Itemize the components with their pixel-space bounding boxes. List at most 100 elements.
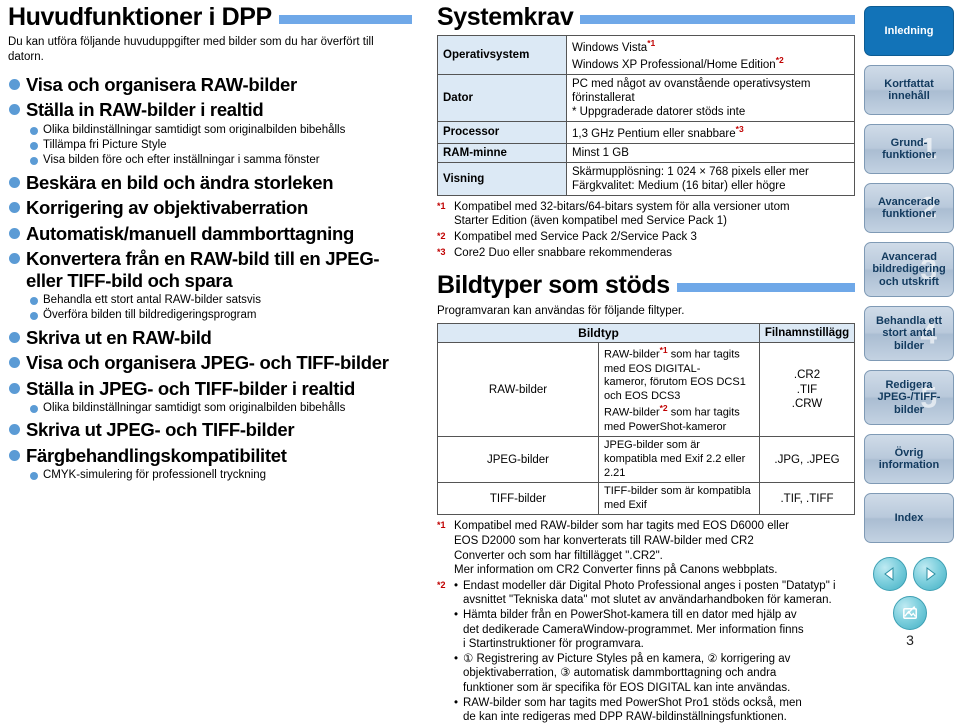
sidebar-tab-avancerad-bildredigering-och-utskrift[interactable]: 3 Avancerad bildredigering och utskrift (864, 242, 954, 297)
footnote-line: Kompatibel med RAW-bilder som har tagits… (454, 520, 789, 533)
system-requirements-title: Systemkrav (437, 3, 574, 31)
image-types-intro: Programvaran kan användas för följande f… (437, 304, 685, 317)
feature-group: Beskära en bild och ändra storleken (8, 172, 412, 193)
requirement-line: 1,3 GHz Pentium eller snabbare*3 (572, 123, 744, 140)
sidebar-tab-index[interactable]: Index (864, 493, 954, 543)
footnote-marker: *2 (775, 55, 784, 66)
right-column: Systemkrav Operativsystem Windows Vista*1… (437, 4, 855, 725)
footnote-line: Mer information om CR2 Converter finns p… (454, 564, 778, 577)
footnote-bullet-body: ① Registrering av Picture Styles på en k… (463, 652, 790, 696)
sidebar-tab-behandla-ett-stort-antal-bilder[interactable]: 4 Behandla ett stort antal bilder (864, 306, 954, 361)
feature-item: Automatisk/manuell dammborttagning (8, 223, 412, 244)
system-requirements-heading: Systemkrav (437, 4, 855, 30)
feature-sublabel: Olika bildinställningar samtidigt som or… (43, 123, 346, 136)
sidebar-tab-redigera-jpeg-tiff-bilder[interactable]: 5 Redigera JPEG-/TIFF- bilder (864, 370, 954, 425)
next-page-button[interactable] (913, 557, 947, 591)
bullet-glyph: • (454, 652, 459, 665)
requirement-label: Dator (437, 73, 567, 122)
bullet-icon (30, 141, 38, 150)
footnote-marker: *1 (437, 520, 446, 531)
feature-label: Skriva ut en RAW-bild (26, 326, 212, 348)
feature-item: Ställa in JPEG- och TIFF-bilder i realti… (8, 378, 412, 399)
sidebar-tab-inledning[interactable]: Inledning (864, 6, 954, 56)
feature-subitem: Visa bilden före och efter inställningar… (30, 153, 412, 167)
requirement-value: Minst 1 GB (566, 142, 855, 163)
feature-label: Visa och organisera RAW-bilder (26, 73, 297, 95)
table-row: RAM-minne Minst 1 GB (437, 142, 855, 163)
column-header-bildtyp: Bildtyp (437, 323, 760, 344)
image-type-description: JPEG-bilder som är kompatibla med Exif 2… (598, 436, 760, 484)
footnote-marker: *3 (437, 246, 446, 257)
feature-sublabel: Tillämpa fri Picture Style (43, 138, 167, 151)
requirement-value: Windows Vista*1 Windows XP Professional/H… (566, 35, 855, 75)
description-line: RAW-bilder*1 som har tagits med EOS DIGI… (604, 345, 740, 375)
chevron-right-icon (926, 567, 936, 581)
footnote-bullet-body: Hämta bilder från en PowerShot-kamera ti… (463, 608, 804, 652)
requirement-label: Operativsystem (437, 35, 567, 75)
sidebar-tab-label: Kortfattat innehåll (884, 77, 934, 102)
bullet-icon (30, 472, 38, 481)
requirement-line: Windows Vista*1 (572, 38, 656, 55)
bullet-icon (30, 157, 38, 166)
requirement-value: 1,3 GHz Pentium eller snabbare*3 (566, 120, 855, 144)
extension-line: .CRW (791, 397, 823, 410)
sidebar-tab-label: Behandla ett stort antal bilder (875, 315, 942, 352)
bullet-glyph: • (454, 579, 459, 592)
footnote-line: Kompatibel med 32-bitars/64-bitars syste… (454, 200, 790, 213)
footnote-line: Endast modeller där Digital Photo Profes… (463, 579, 836, 592)
image-type-extension: .JPG, .JPEG (759, 436, 855, 484)
extension-line: .TIF, .TIFF (780, 492, 834, 505)
footnote-marker: *2 (437, 579, 446, 590)
footnote-marker: *1 (437, 200, 446, 211)
feature-group: Färgbehandlingskompatibilitet CMYK-simule… (8, 445, 412, 483)
bullet-icon (30, 296, 38, 305)
footnote-bullet-body: RAW-bilder som har tagits med PowerShot … (463, 696, 802, 725)
feature-subitem: Behandla ett stort antal RAW-bilder sats… (30, 293, 412, 307)
footnote-line: i Startinstruktioner för programvara. (463, 638, 644, 651)
column-header-extension: Filnamnstillägg (759, 323, 855, 344)
bullet-icon (9, 382, 20, 394)
bullet-icon (9, 104, 20, 116)
feature-group: Skriva ut en RAW-bild (8, 327, 412, 348)
heading-accent-rule (278, 15, 412, 25)
feature-label: Korrigering av objektivaberration (26, 197, 309, 219)
sidebar-tab-kortfattat-innehåll[interactable]: Kortfattat innehåll (864, 65, 954, 115)
footnote-marker: *2 (659, 403, 668, 414)
sidebar-tab-grund-funktioner[interactable]: 1 Grund- funktioner (864, 124, 954, 174)
bullet-icon (9, 424, 20, 436)
system-requirements-table: Operativsystem Windows Vista*1 Windows XP … (437, 35, 855, 196)
feature-label: Konvertera från en RAW-bild till en JPEG… (26, 248, 380, 291)
footnote-bullet: • ① Registrering av Picture Styles på en … (454, 652, 855, 696)
footnote-body: Kompatibel med Service Pack 2/Service Pa… (454, 230, 855, 245)
feature-subitem: Överföra bilden till bildredigeringsprog… (30, 308, 412, 322)
bullet-glyph: • (454, 608, 459, 621)
image-type-description: RAW-bilder*1 som har tagits med EOS DIGI… (598, 342, 760, 438)
table-row: JPEG-bilder JPEG-bilder som är kompatibla… (437, 436, 855, 484)
feature-label: Automatisk/manuell dammborttagning (26, 222, 354, 244)
footnote-line: Kompatibel med Service Pack 2/Service Pa… (454, 231, 697, 244)
left-column: Huvudfunktioner i DPP Du kan utföra följ… (8, 4, 412, 487)
image-types-footnotes: *1 Kompatibel med RAW-bilder som har tagi… (437, 519, 855, 724)
sidebar-tab-label: Index (894, 511, 924, 524)
sidebar-tab-label: Grund- funktioner (882, 136, 936, 161)
extension-line: .JPG, .JPEG (774, 453, 840, 466)
requirement-label: Visning (437, 161, 567, 196)
feature-label: Ställa in RAW-bilder i realtid (26, 99, 264, 121)
page-title: Huvudfunktioner i DPP (8, 3, 272, 31)
return-to-contents-button[interactable] (893, 596, 927, 630)
footnote-marker: *2 (437, 231, 446, 242)
sidebar-tab-övrig-information[interactable]: Övrig information (864, 434, 954, 484)
feature-label: Skriva ut JPEG- och TIFF-bilder (26, 419, 295, 441)
footnote-marker: *1 (659, 345, 668, 356)
footnote-line: ① Registrering av Picture Styles på en k… (463, 652, 791, 665)
bullet-icon (30, 126, 38, 135)
feature-sublabel: CMYK-simulering för professionell tryckn… (43, 469, 267, 482)
sidebar-tab-list: Inledning Kortfattat innehåll 1 Grund- funk… (864, 6, 956, 543)
sidebar-tab-avancerade-funktioner[interactable]: 2 Avancerade funktioner (864, 183, 954, 233)
feature-group: Skriva ut JPEG- och TIFF-bilder (8, 419, 412, 440)
description-line: RAW-bilder*2 som har tagits med PowerSho… (604, 403, 740, 433)
requirement-line: * Uppgraderade datorer stöds inte (572, 105, 746, 118)
footnote: *2 Kompatibel med Service Pack 2/Service … (437, 230, 855, 245)
footnote-bullet: • Hämta bilder från en PowerShot-kamera t… (454, 608, 855, 652)
previous-page-button[interactable] (873, 557, 907, 591)
